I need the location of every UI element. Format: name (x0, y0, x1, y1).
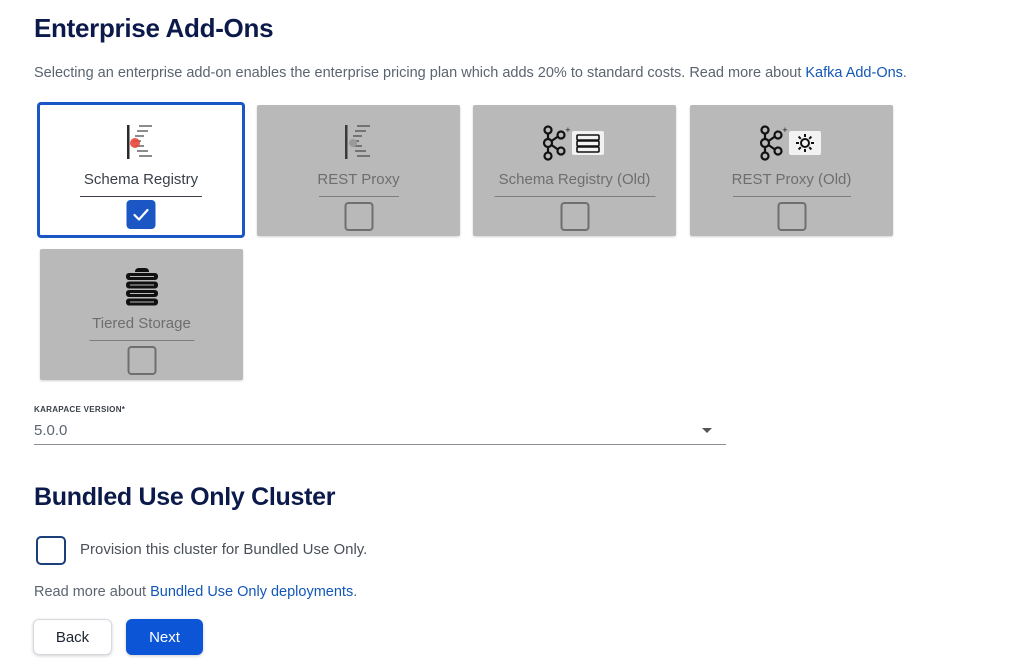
rest-proxy-old-checkbox[interactable] (777, 202, 806, 231)
kafka-addons-link[interactable]: Kafka Add-Ons (805, 65, 903, 81)
schema-registry-checkbox[interactable] (126, 200, 156, 229)
karapace-version-label: KARAPACE VERSION* (34, 405, 126, 414)
card-label: Schema Registry (Old) (498, 171, 651, 188)
check-icon (133, 208, 149, 221)
card-divider (494, 196, 655, 197)
bundled-section-title: Bundled Use Only Cluster (34, 483, 336, 511)
next-button[interactable]: Next (126, 619, 203, 655)
rest-proxy-checkbox[interactable] (344, 202, 373, 231)
bundled-use-only-label: Provision this cluster for Bundled Use O… (80, 541, 368, 558)
kafka-rest-proxy-old-icon: + (752, 121, 832, 165)
card-divider (732, 196, 851, 197)
addon-card-rest-proxy-old[interactable]: + REST Proxy (Old) (690, 105, 893, 236)
card-divider (318, 196, 399, 197)
card-divider (89, 340, 194, 341)
bundled-readmore: Read more about Bundled Use Only deploym… (34, 584, 358, 600)
back-button[interactable]: Back (33, 619, 112, 655)
schema-registry-old-checkbox[interactable] (560, 202, 589, 231)
addon-card-rest-proxy[interactable]: REST Proxy (257, 105, 460, 236)
addon-card-schema-registry[interactable]: Schema Registry (37, 102, 245, 238)
card-label: Schema Registry (83, 171, 199, 188)
card-label: REST Proxy (317, 171, 400, 188)
addon-card-schema-registry-old[interactable]: + Schema Registry (Old) (473, 105, 676, 236)
schema-registry-icon (101, 121, 181, 165)
bundled-deployments-link[interactable]: Bundled Use Only deployments (150, 584, 353, 600)
addon-card-tiered-storage[interactable]: Tiered Storage (40, 249, 243, 380)
card-label: REST Proxy (Old) (731, 171, 852, 188)
bundled-use-only-checkbox[interactable] (36, 536, 66, 565)
card-label: Tiered Storage (92, 315, 191, 332)
addons-description: Selecting an enterprise add-on enables t… (34, 65, 907, 81)
card-divider (80, 196, 202, 197)
page-title: Enterprise Add-Ons (34, 13, 274, 43)
addons-description-text: Selecting an enterprise add-on enables t… (34, 65, 806, 81)
tiered-storage-checkbox[interactable] (127, 346, 156, 375)
rest-proxy-icon (319, 121, 399, 165)
kafka-schema-registry-old-icon: + (535, 121, 615, 165)
svg-text:+: + (782, 126, 788, 134)
svg-text:+: + (565, 126, 571, 134)
karapace-version-select[interactable] (34, 418, 726, 445)
tiered-storage-icon (102, 265, 182, 309)
